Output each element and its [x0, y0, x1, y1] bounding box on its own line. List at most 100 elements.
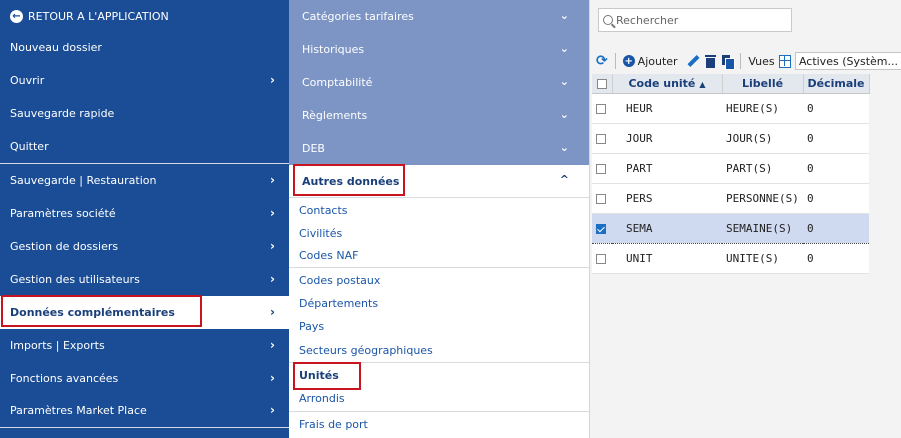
- menu-item-label: Données complémentaires: [10, 306, 175, 319]
- row-checkbox-cell[interactable]: [592, 93, 612, 124]
- chevron-right-icon: ›: [270, 403, 275, 417]
- submenu-label: Comptabilité: [302, 76, 373, 89]
- duplicate-icon[interactable]: [722, 54, 736, 70]
- chevron-right-icon: ›: [270, 371, 275, 385]
- add-label: Ajouter: [637, 54, 678, 68]
- row-checkbox[interactable]: [596, 133, 606, 144]
- toolbar: ⟳ + Ajouter Vues Actives (Systèm...: [590, 50, 901, 72]
- views-select[interactable]: Actives (Systèm...: [794, 52, 901, 70]
- menu-item-imports-exports[interactable]: Imports | Exports ›: [0, 329, 289, 362]
- views-grid-icon: [778, 54, 791, 68]
- menu-item-open[interactable]: Ouvrir ›: [0, 64, 289, 97]
- submenu-item-label: Unités: [299, 368, 339, 382]
- submenu-tariff-categories[interactable]: Catégories tarifaires ⌄: [289, 0, 589, 33]
- menu-item-label: RETOUR A L'APPLICATION: [28, 10, 169, 23]
- back-to-app-link[interactable]: ← RETOUR A L'APPLICATION: [0, 0, 289, 33]
- cell-decimale: 0: [803, 153, 869, 184]
- row-checkbox-cell[interactable]: [592, 183, 612, 214]
- chevron-down-icon: ⌄: [559, 108, 569, 121]
- edit-icon[interactable]: [685, 54, 698, 68]
- menu-item-user-management[interactable]: Gestion des utilisateurs ›: [0, 263, 289, 296]
- cell-libelle: PERSONNE(S): [722, 183, 803, 214]
- submenu-item-units[interactable]: Unités: [289, 363, 589, 387]
- menu-item-new-file[interactable]: Nouveau dossier: [0, 31, 289, 64]
- submenu-label: Catégories tarifaires: [302, 10, 414, 23]
- table-row[interactable]: HEUR HEURE(S) 0: [592, 93, 869, 124]
- search-icon: [603, 15, 613, 25]
- sort-up-icon: ▲: [699, 79, 706, 89]
- submenu-item-geo-sectors[interactable]: Secteurs géographiques: [289, 338, 589, 362]
- submenu-item-contacts[interactable]: Contacts: [289, 198, 589, 222]
- submenu-history[interactable]: Historiques ⌄: [289, 33, 589, 66]
- row-checkbox-checked[interactable]: [596, 223, 606, 234]
- add-button[interactable]: + Ajouter: [622, 54, 678, 68]
- submenu-item-civilities[interactable]: Civilités: [289, 221, 589, 245]
- menu-item-marketplace-settings[interactable]: Paramètres Market Place ›: [0, 394, 289, 427]
- units-panel: Rechercher ⟳ + Ajouter Vues Actives (Sys…: [589, 0, 901, 438]
- chevron-right-icon: ›: [270, 173, 275, 187]
- table-row[interactable]: PERS PERSONNE(S) 0: [592, 183, 869, 214]
- submenu-item-naf-codes[interactable]: Codes NAF: [289, 243, 589, 267]
- menu-item-backup-restore[interactable]: Sauvegarde | Restauration ›: [0, 164, 289, 197]
- menu-item-label: Gestion de dossiers: [10, 240, 119, 253]
- menu-item-label: Paramètres Market Place: [10, 404, 147, 417]
- submenu-item-countries[interactable]: Pays: [289, 314, 589, 338]
- menu-item-additional-data[interactable]: Données complémentaires ›: [0, 296, 289, 329]
- table-row-selected[interactable]: SEMA SEMAINE(S) 0: [592, 212, 869, 244]
- delete-icon[interactable]: [704, 54, 717, 68]
- submenu-accounting[interactable]: Comptabilité ⌄: [289, 66, 589, 99]
- column-header-decimale[interactable]: Décimale: [803, 74, 870, 94]
- column-header-code[interactable]: Code unité ▲: [612, 74, 723, 94]
- cell-libelle: PART(S): [722, 153, 803, 184]
- column-header-libelle[interactable]: Libellé: [722, 74, 804, 94]
- chevron-down-icon: ⌄: [559, 9, 569, 22]
- cell-libelle: HEURE(S): [722, 93, 803, 124]
- menu-item-quit[interactable]: Quitter: [0, 130, 289, 163]
- search-field[interactable]: Rechercher: [598, 8, 792, 32]
- chevron-right-icon: ›: [270, 206, 275, 220]
- menu-item-company-settings[interactable]: Paramètres société ›: [0, 197, 289, 230]
- row-checkbox[interactable]: [596, 103, 606, 114]
- submenu-item-shipping-costs[interactable]: Frais de port: [289, 412, 589, 436]
- submenu-item-rounding[interactable]: Arrondis: [289, 386, 589, 410]
- submenu-item-label: Secteurs géographiques: [299, 343, 433, 357]
- submenu-item-label: Frais de port: [299, 417, 368, 431]
- menu-item-label: Imports | Exports: [10, 339, 105, 352]
- row-checkbox[interactable]: [596, 193, 606, 204]
- select-all-checkbox[interactable]: [596, 78, 607, 89]
- submenu-payments[interactable]: Règlements ⌄: [289, 99, 589, 132]
- submenu-item-postal-codes[interactable]: Codes postaux: [289, 268, 589, 292]
- submenu-item-departments[interactable]: Départements: [289, 291, 589, 315]
- refresh-icon[interactable]: ⟳: [596, 53, 608, 69]
- row-checkbox[interactable]: [596, 253, 606, 264]
- submenu-label: DEB: [302, 142, 325, 155]
- back-arrow-icon: ←: [10, 10, 23, 23]
- table-row[interactable]: JOUR JOUR(S) 0: [592, 123, 869, 154]
- menu-item-file-management[interactable]: Gestion de dossiers ›: [0, 230, 289, 263]
- toolbar-divider: [740, 53, 742, 69]
- toolbar-divider: [614, 53, 616, 69]
- chevron-down-icon: ⌄: [559, 141, 569, 154]
- menu-item-advanced-functions[interactable]: Fonctions avancées ›: [0, 362, 289, 395]
- search-placeholder: Rechercher: [616, 13, 679, 27]
- row-checkbox[interactable]: [596, 163, 606, 174]
- cell-libelle: JOUR(S): [722, 123, 803, 154]
- cell-code: PERS: [612, 183, 722, 214]
- submenu-label: Règlements: [302, 109, 368, 122]
- menu-item-label: Sauvegarde rapide: [10, 107, 115, 120]
- row-checkbox-cell[interactable]: [592, 212, 612, 244]
- menu-item-label: Quitter: [10, 140, 49, 153]
- table-row[interactable]: PART PART(S) 0: [592, 153, 869, 184]
- submenu-label: Historiques: [302, 43, 365, 56]
- menu-item-quick-save[interactable]: Sauvegarde rapide: [0, 97, 289, 130]
- row-checkbox-cell[interactable]: [592, 153, 612, 184]
- select-all-header[interactable]: [592, 74, 613, 94]
- submenu-other-data-header[interactable]: Autres données ^: [289, 165, 589, 198]
- menu-item-label: Gestion des utilisateurs: [10, 273, 140, 286]
- cell-libelle: UNITE(S): [722, 243, 803, 274]
- submenu-item-label: Civilités: [299, 226, 343, 240]
- table-row[interactable]: UNIT UNITE(S) 0: [592, 243, 869, 274]
- row-checkbox-cell[interactable]: [592, 243, 612, 274]
- submenu-deb[interactable]: DEB ⌄: [289, 132, 589, 165]
- row-checkbox-cell[interactable]: [592, 123, 612, 154]
